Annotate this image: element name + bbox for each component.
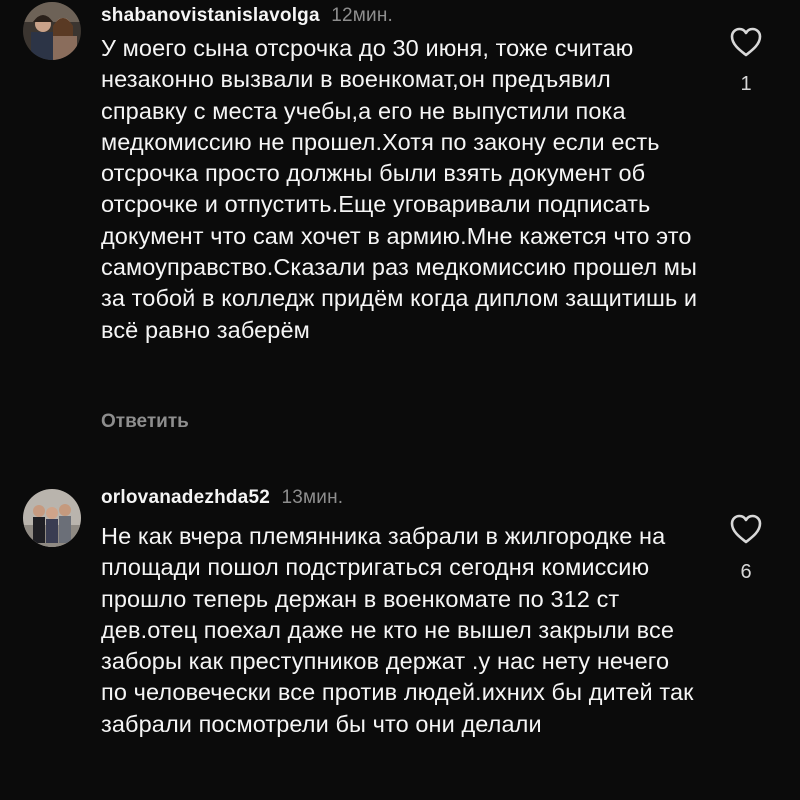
like-count: 1 <box>740 73 752 95</box>
comment-text: Не как вчера племянника забрали в жилгор… <box>101 523 694 737</box>
comment-meta: shabanovistanislavolga 12мин. <box>101 5 393 27</box>
username[interactable]: shabanovistanislavolga <box>101 5 320 26</box>
username[interactable]: orlovanadezhda52 <box>101 487 270 508</box>
like-count: 6 <box>740 561 752 583</box>
reply-button[interactable]: Ответить <box>101 411 189 433</box>
heart-outline-icon <box>730 514 762 544</box>
timestamp: 13мин. <box>281 487 344 508</box>
avatar[interactable] <box>23 2 81 60</box>
like-button[interactable] <box>728 511 764 547</box>
timestamp: 12мин. <box>331 5 394 26</box>
comment-meta: orlovanadezhda52 13мин. <box>101 487 343 509</box>
like-button[interactable] <box>728 24 764 60</box>
avatar[interactable] <box>23 489 81 547</box>
heart-outline-icon <box>730 27 762 57</box>
comment-text: У моего сына отсрочка до 30 июня, тоже с… <box>101 35 698 343</box>
